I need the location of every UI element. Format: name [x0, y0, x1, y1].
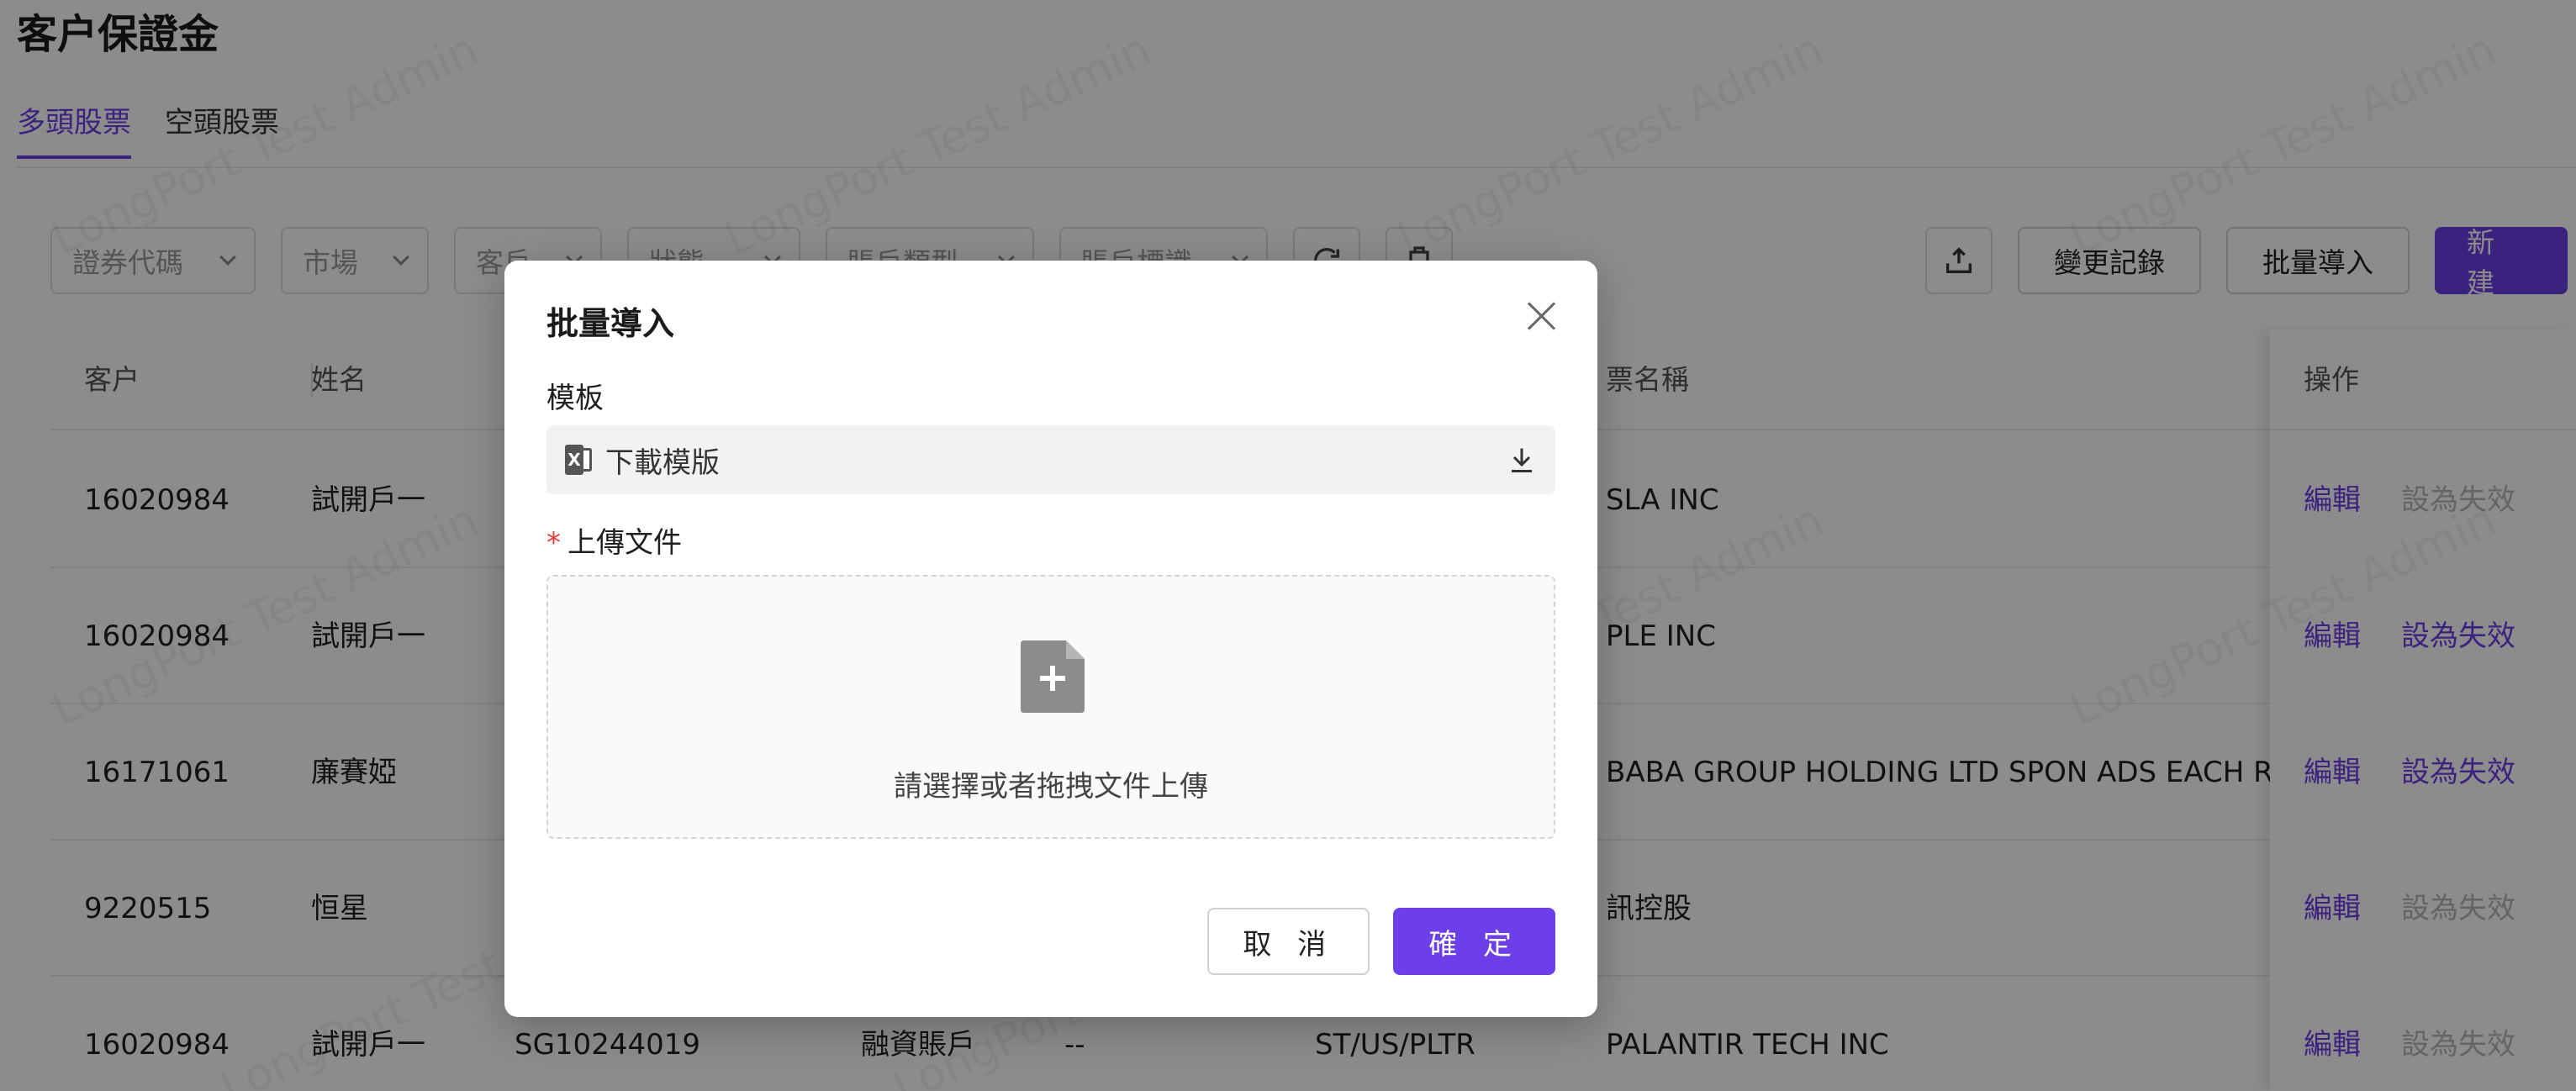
- template-label: 模板: [546, 382, 604, 415]
- excel-file-icon: X: [565, 445, 592, 475]
- batch-import-modal: 批量導入 模板 X 下載模版 * 上傳文件 請選擇或者拖拽文件上傳 取 消 確 …: [504, 261, 1597, 1017]
- upload-label: * 上傳文件: [546, 519, 682, 561]
- required-mark: *: [546, 526, 561, 560]
- app-root: 客户保證金 多頭股票 空頭股票 證券代碼 市場 客戶 狀態 賬戶類型 賬戶標識 …: [0, 0, 2576, 1091]
- upload-dropzone[interactable]: 請選擇或者拖拽文件上傳: [546, 575, 1555, 839]
- cancel-button[interactable]: 取 消: [1207, 908, 1370, 975]
- upload-hint: 請選擇或者拖拽文件上傳: [894, 770, 1208, 804]
- download-icon[interactable]: [1507, 443, 1537, 477]
- modal-footer: 取 消 確 定: [1207, 908, 1555, 975]
- template-download-row[interactable]: X 下載模版: [546, 425, 1555, 494]
- confirm-button[interactable]: 確 定: [1393, 908, 1555, 975]
- template-file-name: 下載模版: [605, 445, 720, 480]
- excel-x-mark: X: [565, 445, 583, 475]
- close-icon[interactable]: [1523, 298, 1560, 335]
- modal-title: 批量導入: [546, 305, 675, 342]
- upload-label-text: 上傳文件: [567, 526, 682, 560]
- file-add-icon: [1021, 640, 1085, 713]
